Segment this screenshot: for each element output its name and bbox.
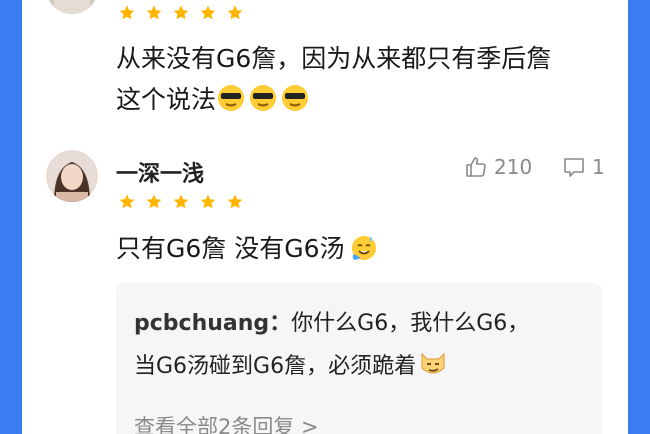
star-icon <box>173 194 189 209</box>
comment-text: 只有G6詹 没有G6汤 <box>116 228 381 269</box>
star-icon <box>119 5 135 20</box>
reply-button[interactable]: 1 <box>562 155 605 179</box>
reply-text: 你什么G6，我什么G6， <box>291 311 530 336</box>
like-button[interactable]: 210 <box>464 155 532 179</box>
username[interactable]: 一深一浅 <box>116 156 204 188</box>
sweat-smile-emoji <box>351 236 376 260</box>
comment-text-content: 只有G6詹 没有G6汤 <box>116 234 345 263</box>
comment-text-line-content: 这个说法 <box>116 85 217 114</box>
reply-text: 当G6汤碰到G6詹，必须跪着 <box>134 354 417 379</box>
star-icon <box>200 5 216 20</box>
star-icon <box>119 194 135 209</box>
smirk-cat-emoji <box>421 352 445 374</box>
avatar[interactable] <box>46 150 98 202</box>
reply-author[interactable]: pcbchuang： <box>134 311 291 336</box>
sunglasses-emoji <box>218 85 245 111</box>
comment-icon <box>564 158 584 177</box>
sunglasses-emoji <box>282 85 309 111</box>
sunglasses-emoji <box>250 85 277 111</box>
star-icon <box>173 5 189 20</box>
view-all-replies-link[interactable]: 查看全部2条回复 > <box>134 411 319 434</box>
star-icon <box>227 5 243 20</box>
star-icon <box>227 194 243 209</box>
comment-text: 从来没有G6詹，因为从来都只有季后詹 这个说法 <box>116 38 551 120</box>
star-icon <box>200 194 216 209</box>
reply-line: 当G6汤碰到G6詹，必须跪着 <box>134 348 450 380</box>
rating-stars <box>118 4 244 22</box>
like-count: 210 <box>494 155 533 179</box>
reply-count: 1 <box>592 155 605 179</box>
star-icon <box>146 5 162 20</box>
star-icon <box>146 194 162 209</box>
rating-stars <box>118 193 244 211</box>
reply-line: pcbchuang：你什么G6，我什么G6， <box>134 305 529 337</box>
avatar[interactable] <box>46 0 98 14</box>
reply-box: pcbchuang：你什么G6，我什么G6， 当G6汤碰到G6詹，必须跪着 查看… <box>116 283 602 434</box>
comment-text-line: 这个说法 <box>116 79 551 120</box>
thumbs-up-icon <box>466 157 486 177</box>
comment-text-line: 从来没有G6詹，因为从来都只有季后詹 <box>116 44 552 73</box>
comment-card: 从来没有G6詹，因为从来都只有季后詹 这个说法 一深一浅 210 1 只有G6詹… <box>22 0 628 434</box>
